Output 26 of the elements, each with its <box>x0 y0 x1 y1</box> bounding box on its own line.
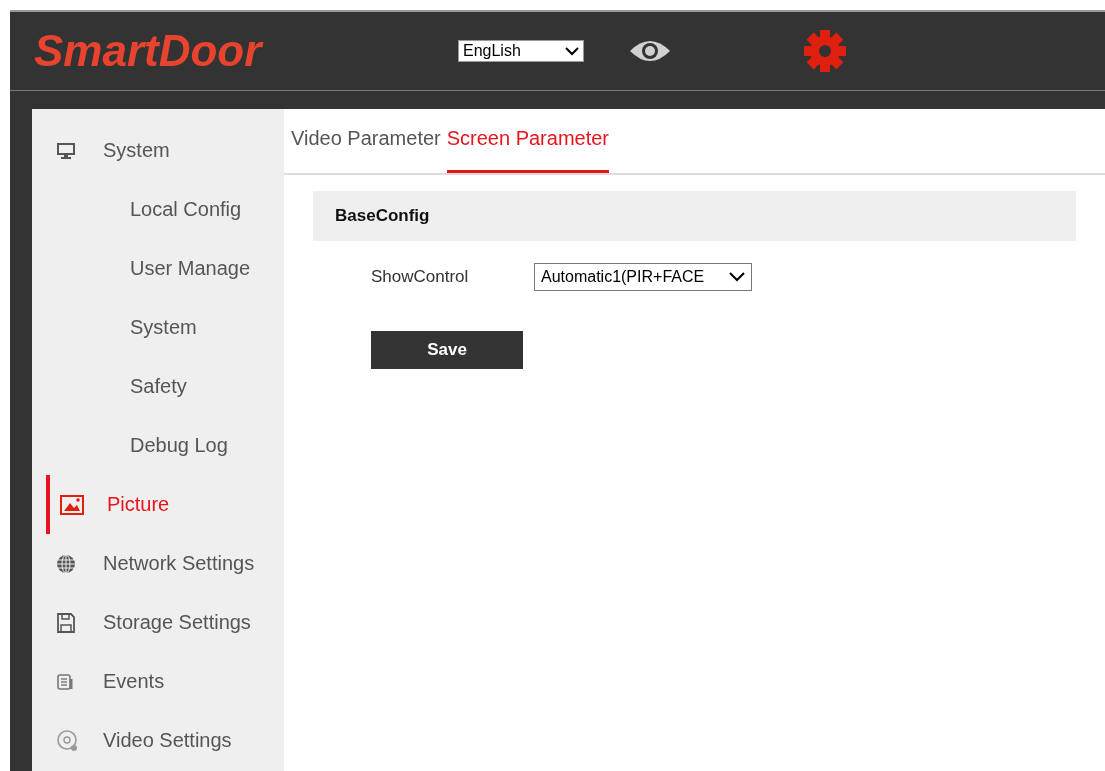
settings-icon[interactable] <box>802 28 848 74</box>
document-icon <box>56 672 74 691</box>
monitor-icon <box>56 141 76 160</box>
globe-icon <box>56 553 76 574</box>
sidebar-subitem[interactable]: Safety <box>32 357 284 416</box>
sidebar-subitem[interactable]: Debug Log <box>32 416 284 475</box>
section-title: BaseConfig <box>335 206 430 226</box>
sidebar-item[interactable]: Storage Settings <box>32 593 284 652</box>
sidebar-subitem[interactable]: Local Config <box>32 180 284 239</box>
sidebar-subitem[interactable]: System <box>32 298 284 357</box>
picture-icon <box>60 494 84 515</box>
sidebar-item[interactable]: Network Settings <box>32 534 284 593</box>
disc-icon <box>56 728 80 753</box>
chevron-down-icon <box>729 272 745 282</box>
language-select[interactable]: EngLish <box>458 40 584 62</box>
save-button[interactable]: Save <box>371 331 523 369</box>
sidebar-item[interactable]: Video Settings <box>32 711 284 770</box>
field-label: ShowControl <box>371 267 470 287</box>
tab[interactable]: Video Parameter <box>291 127 441 173</box>
chevron-down-icon <box>565 46 579 56</box>
sidebar-subitem[interactable]: User Manage <box>32 239 284 298</box>
logo: SmartDoor <box>34 26 265 76</box>
show-control-select[interactable]: Automatic1(PIR+FACE <box>534 263 752 291</box>
sidebar-item[interactable]: System <box>32 121 284 180</box>
tab[interactable]: Screen Parameter <box>446 127 609 173</box>
sidebar-item[interactable]: Events <box>32 652 284 711</box>
